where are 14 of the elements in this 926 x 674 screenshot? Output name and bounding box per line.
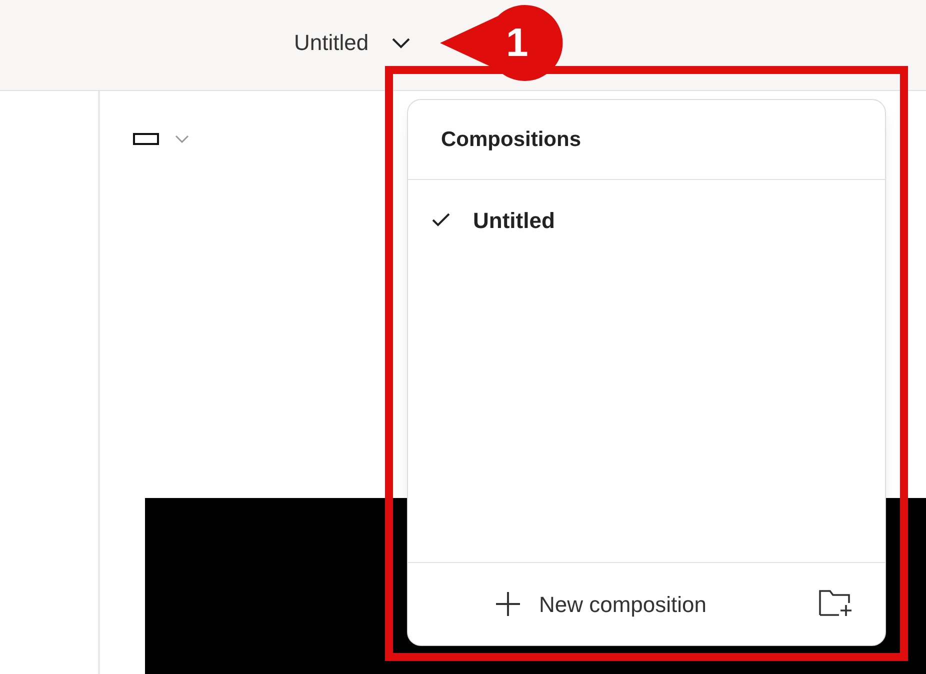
chevron-down-icon [390,36,411,48]
frame-size-dropdown[interactable] [133,133,189,145]
rectangle-icon [133,133,159,145]
new-folder-button[interactable] [819,589,853,617]
composition-item[interactable]: Untitled [408,200,885,240]
plus-icon [495,591,521,617]
callout-number: 1 [506,20,528,67]
menu-title: Compositions [441,126,581,153]
folder-plus-icon [819,589,853,617]
item-label: Untitled [473,206,555,234]
chevron-down-icon [175,135,189,143]
title-dropdown[interactable]: Untitled [294,26,411,59]
checkmark-icon [431,212,451,228]
new-composition-button[interactable]: New composition [495,588,707,620]
